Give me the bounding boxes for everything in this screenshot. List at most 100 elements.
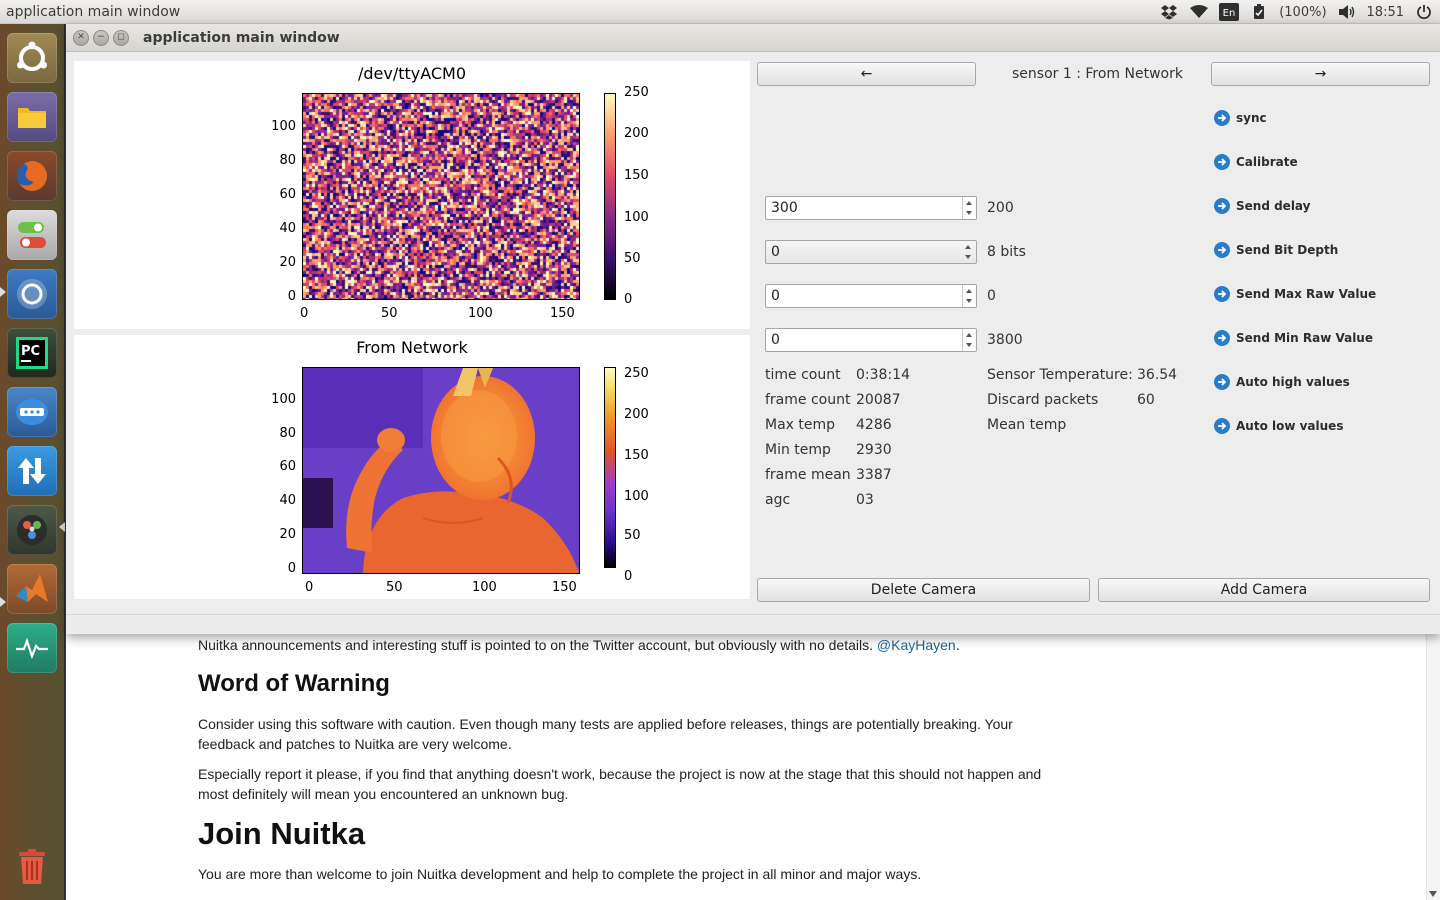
pycharm-icon[interactable]: PC bbox=[7, 328, 57, 378]
system-monitor-icon[interactable] bbox=[7, 623, 57, 673]
sensor-temperature-label: Sensor Temperature: bbox=[987, 367, 1133, 383]
keyboard-layout-label: En bbox=[1223, 8, 1236, 19]
close-icon[interactable]: ✕ bbox=[73, 29, 89, 46]
colorbar-tick-label: 150 bbox=[624, 168, 649, 183]
send-delay-button[interactable]: Send delay bbox=[1214, 198, 1310, 214]
frame-mean-value: 3387 bbox=[856, 467, 892, 483]
previous-sensor-button[interactable]: ← bbox=[757, 62, 976, 86]
scroll-down-arrow-icon[interactable] bbox=[1429, 891, 1437, 897]
send-delay-input[interactable] bbox=[766, 197, 962, 219]
launcher-running-indicator bbox=[0, 287, 6, 297]
top-panel-title: application main window bbox=[6, 3, 181, 20]
dropbox-icon[interactable] bbox=[1159, 3, 1179, 21]
browser-scrollbar[interactable] bbox=[1426, 634, 1440, 900]
keyboard-icon[interactable]: En bbox=[1219, 3, 1240, 21]
heading-join-nuitka: Join Nuitka bbox=[198, 816, 366, 851]
spin-down-icon[interactable] bbox=[966, 299, 972, 303]
indicator-area: En (100%) 18:51 bbox=[1159, 0, 1440, 24]
battery-icon[interactable] bbox=[1249, 3, 1269, 21]
bit-depth-combobox[interactable] bbox=[765, 240, 977, 264]
auto-high-values-button[interactable]: Auto high values bbox=[1214, 374, 1350, 390]
y-tick-label: 40 bbox=[279, 221, 296, 236]
min-raw-readout: 3800 bbox=[987, 332, 1023, 348]
max-raw-spinbox[interactable] bbox=[765, 284, 977, 308]
noise-image-axes[interactable] bbox=[302, 93, 580, 300]
twitter-link[interactable]: @KayHayen bbox=[877, 637, 956, 653]
minimize-icon[interactable]: − bbox=[93, 29, 109, 46]
combo-up-icon[interactable] bbox=[965, 245, 971, 249]
trash-icon[interactable] bbox=[7, 841, 57, 891]
bit-depth-input[interactable] bbox=[766, 241, 962, 263]
auto-low-values-button[interactable]: Auto low values bbox=[1214, 418, 1343, 434]
colorbar-tick-label: 200 bbox=[624, 126, 649, 141]
sync-button[interactable]: sync bbox=[1214, 110, 1267, 126]
arrow-right-circle-icon bbox=[1214, 330, 1230, 346]
spin-down-icon[interactable] bbox=[966, 211, 972, 215]
next-sensor-button[interactable]: → bbox=[1211, 62, 1430, 86]
colorbar-tick-label: 0 bbox=[624, 292, 633, 307]
remmina-icon[interactable] bbox=[7, 387, 57, 437]
maximize-icon[interactable]: ◻ bbox=[113, 29, 129, 46]
y-tick-label: 0 bbox=[287, 289, 296, 304]
volume-icon[interactable] bbox=[1337, 3, 1357, 21]
combo-arrows[interactable] bbox=[962, 241, 976, 263]
chromium-icon[interactable] bbox=[7, 269, 57, 319]
time-count-value: 0:38:14 bbox=[856, 367, 910, 383]
colorbar-tick-label: 150 bbox=[624, 448, 649, 463]
y-tick-label: 60 bbox=[279, 459, 296, 474]
x-tick-label: 50 bbox=[381, 306, 398, 321]
firefox-icon[interactable] bbox=[7, 151, 57, 201]
calibrate-button[interactable]: Calibrate bbox=[1214, 154, 1298, 170]
colorbar-tick-label: 200 bbox=[624, 407, 649, 422]
send-max-raw-value-button[interactable]: Send Max Raw Value bbox=[1214, 286, 1376, 302]
min-raw-input[interactable] bbox=[766, 329, 962, 351]
spin-down-icon[interactable] bbox=[966, 343, 972, 347]
send-delay-readout: 200 bbox=[987, 200, 1014, 216]
spin-arrows[interactable] bbox=[962, 285, 976, 307]
arrow-right-circle-icon bbox=[1214, 198, 1230, 214]
arrow-right-circle-icon bbox=[1214, 374, 1230, 390]
intro-text: Nuitka announcements and interesting stu… bbox=[198, 637, 874, 653]
min-raw-spinbox[interactable] bbox=[765, 328, 977, 352]
delete-camera-button[interactable]: Delete Camera bbox=[757, 578, 1090, 602]
plot-title: From Network bbox=[356, 338, 468, 357]
top-panel: application main window En (100%) 18:51 bbox=[0, 0, 1440, 24]
command-label: Auto low values bbox=[1236, 419, 1344, 433]
y-tick-label: 40 bbox=[279, 493, 296, 508]
y-tick-label: 100 bbox=[271, 119, 296, 134]
warning-paragraph: Consider using this software with cautio… bbox=[198, 716, 1013, 752]
send-bit-depth-button[interactable]: Send Bit Depth bbox=[1214, 242, 1338, 258]
send-delay-spinbox[interactable] bbox=[765, 196, 977, 220]
thermal-image-axes[interactable] bbox=[302, 367, 580, 574]
frame-mean-label: frame mean bbox=[765, 467, 851, 483]
frame-count-label: frame count bbox=[765, 392, 851, 408]
files-icon[interactable] bbox=[7, 92, 57, 142]
wifi-icon[interactable] bbox=[1189, 3, 1209, 21]
add-camera-button[interactable]: Add Camera bbox=[1098, 578, 1430, 602]
settings-toggle-icon[interactable] bbox=[7, 210, 57, 260]
colorbar-tick-label: 250 bbox=[624, 85, 649, 100]
time-count-label: time count bbox=[765, 367, 841, 383]
spin-arrows[interactable] bbox=[962, 329, 976, 351]
matlab-icon[interactable] bbox=[7, 564, 57, 614]
plot-title: /dev/ttyACM0 bbox=[357, 64, 467, 83]
max-raw-input[interactable] bbox=[766, 285, 962, 307]
join-paragraph: You are more than welcome to join Nuitka… bbox=[198, 866, 922, 882]
spin-up-icon[interactable] bbox=[966, 333, 972, 337]
window-titlebar[interactable]: ✕ − ◻ application main window bbox=[66, 24, 1440, 52]
clock[interactable]: 18:51 bbox=[1367, 5, 1404, 20]
battery-percentage: (100%) bbox=[1279, 4, 1327, 20]
spin-arrows[interactable] bbox=[962, 197, 976, 219]
transfer-icon[interactable] bbox=[7, 446, 57, 496]
spin-up-icon[interactable] bbox=[966, 201, 972, 205]
ubuntu-logo-icon[interactable] bbox=[7, 33, 57, 83]
send-min-raw-value-button[interactable]: Send Min Raw Value bbox=[1214, 330, 1373, 346]
combo-down-icon[interactable] bbox=[965, 255, 971, 259]
power-icon[interactable] bbox=[1414, 3, 1434, 21]
spin-up-icon[interactable] bbox=[966, 289, 972, 293]
max-raw-readout: 0 bbox=[987, 288, 996, 304]
plot-panel-from-network: From Network 100 80 60 40 20 0 0 50 100 … bbox=[74, 335, 750, 599]
min-temp-label: Min temp bbox=[765, 442, 831, 458]
unity-tweak-icon[interactable] bbox=[7, 505, 57, 555]
launcher-running-indicator bbox=[0, 597, 6, 607]
